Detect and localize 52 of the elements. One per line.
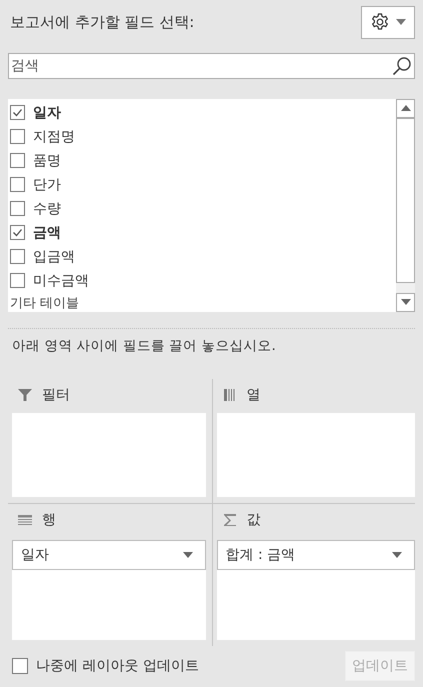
scroll-down-icon[interactable] <box>400 299 410 306</box>
field-item[interactable]: 지점명 <box>8 124 396 149</box>
field-label: 수량 <box>33 200 61 218</box>
filter-icon <box>18 388 32 402</box>
scrollbar[interactable] <box>396 98 415 312</box>
area-label: 값 <box>246 510 260 529</box>
checkbox[interactable] <box>10 249 25 264</box>
field-item[interactable]: 수량 <box>8 196 396 221</box>
field-item[interactable]: 단가 <box>8 172 396 197</box>
checkbox[interactable] <box>10 105 25 120</box>
rows-icon <box>18 512 32 527</box>
instruction-text: 아래 영역 사이에 필드를 끌어 놓으십시오. <box>12 336 277 355</box>
checkbox[interactable] <box>10 177 25 192</box>
pane-title: 보고서에 추가할 필드 선택: <box>10 12 194 32</box>
caret-icon <box>182 552 192 558</box>
field-label: 품명 <box>33 152 61 170</box>
field-item[interactable]: 금액 <box>8 220 396 245</box>
search-icon <box>392 56 412 76</box>
field-item[interactable]: 품명 <box>8 148 396 173</box>
checkbox[interactable] <box>10 153 25 168</box>
field-item[interactable]: 미수금액 <box>8 268 396 293</box>
caret-icon <box>392 552 402 558</box>
field-label: 입금액 <box>33 248 75 266</box>
checkbox[interactable] <box>10 201 25 216</box>
field-label: 금액 <box>33 224 61 242</box>
columns-icon <box>222 388 236 402</box>
drop-zone[interactable]: 합계 : 금액 <box>216 540 415 640</box>
checkbox[interactable] <box>10 225 25 240</box>
caret-icon <box>396 19 406 26</box>
sigma-icon <box>222 512 236 527</box>
field-label: 지점명 <box>33 128 75 146</box>
checkbox[interactable] <box>12 658 28 674</box>
area-label: 열 <box>246 386 260 404</box>
settings-icon <box>370 12 390 32</box>
area-label: 행 <box>42 510 56 529</box>
field-label: 일자 <box>33 104 61 122</box>
drop-zone[interactable]: 일자 <box>12 540 206 640</box>
field-dropdown[interactable]: 일자 <box>12 540 206 570</box>
field-item[interactable]: 일자 <box>8 100 396 125</box>
settings-button[interactable] <box>361 6 415 39</box>
scroll-up-icon[interactable] <box>400 105 410 112</box>
area-label: 필터 <box>42 386 70 404</box>
field-item[interactable]: 입금액 <box>8 244 396 269</box>
field-label: 단가 <box>33 176 61 194</box>
search-field[interactable]: 검색 <box>8 52 415 79</box>
checkbox[interactable] <box>10 129 25 144</box>
field-label: 미수금액 <box>33 272 89 290</box>
field-dropdown[interactable]: 합계 : 금액 <box>216 540 415 570</box>
section-label: 기타 테이블 <box>9 296 80 312</box>
scroll-thumb[interactable] <box>396 118 415 283</box>
defer-update-label: 나중에 레이아웃 업데이트 <box>36 657 199 676</box>
checkbox[interactable] <box>10 273 25 288</box>
